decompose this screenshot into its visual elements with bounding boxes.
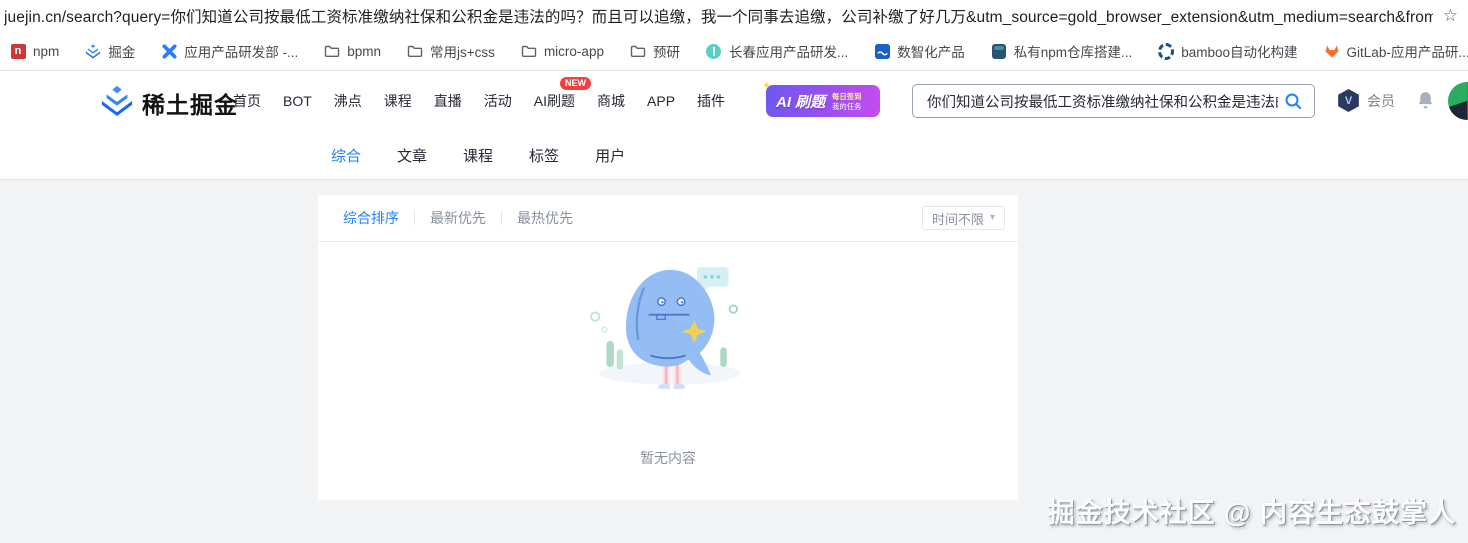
folder-icon (324, 43, 340, 59)
bookmark-micro-app[interactable]: micro-app (521, 43, 604, 59)
bookmark-yuyan[interactable]: 预研 (630, 41, 680, 61)
sort-hottest[interactable]: 最热优先 (517, 208, 573, 228)
bookmark-gitlab[interactable]: GitLab-应用产品研... (1324, 41, 1468, 61)
chevron-down-icon: ▾ (989, 212, 995, 223)
bookmark-bamboo[interactable]: bamboo自动化构建 (1158, 41, 1298, 61)
search-input[interactable] (925, 92, 1280, 110)
nav-plugin[interactable]: 插件 (697, 91, 725, 111)
tab-articles[interactable]: 文章 (397, 145, 427, 166)
new-badge: NEW (560, 77, 592, 90)
tab-tags[interactable]: 标签 (529, 145, 559, 166)
member-vip-icon: V (1338, 89, 1359, 112)
bamboo-icon (1158, 42, 1175, 60)
bookmark-private-npm[interactable]: 私有npm仓库搭建... (991, 41, 1132, 61)
juejin-icon (85, 43, 101, 59)
notification-bell-icon[interactable] (1415, 90, 1436, 116)
site-title: 稀土掘金 (142, 91, 238, 118)
empty-text: 暂无内容 (640, 450, 696, 466)
time-filter-dropdown[interactable]: 时间不限 ▾ (921, 206, 1005, 230)
bookmark-shuzhihua[interactable]: 数智化产品 (874, 41, 965, 61)
bookmark-juejin[interactable]: 掘金 (85, 41, 135, 61)
ai-practice-banner[interactable]: ✦ AI 刷题 每日签到 我的任务 (762, 80, 880, 117)
folder-icon (521, 43, 537, 59)
nav-ai-practice[interactable]: AI刷题 NEW (534, 77, 592, 111)
folder-icon (407, 43, 423, 59)
juejin-logo-icon (100, 83, 134, 122)
tab-courses[interactable]: 课程 (463, 145, 493, 166)
member-entry[interactable]: V 会员 (1337, 89, 1395, 112)
sort-row: 综合排序 最新优先 最热优先 (343, 195, 573, 241)
verdaccio-icon (991, 43, 1007, 59)
nav-pins[interactable]: 沸点 (334, 91, 362, 111)
main-nav: 首页 BOT 沸点 课程 直播 活动 AI刷题 NEW 商城 APP 插件 (233, 77, 725, 111)
search-icon[interactable] (1280, 88, 1306, 114)
bookmark-bpmn[interactable]: bpmn (324, 43, 381, 59)
nav-course[interactable]: 课程 (384, 91, 412, 111)
nav-shop[interactable]: 商城 (597, 91, 625, 111)
juejin-logo[interactable]: 稀土掘金 (100, 83, 238, 122)
nav-app[interactable]: APP (647, 91, 675, 111)
bookmark-changchun[interactable]: 长春应用产品研发... (706, 41, 848, 61)
banner-title: AI 刷题 (776, 93, 826, 111)
empty-state-illustration (584, 255, 752, 400)
nav-events[interactable]: 活动 (484, 91, 512, 111)
sort-newest[interactable]: 最新优先 (430, 208, 486, 228)
search-box[interactable] (912, 84, 1315, 118)
teal-app-icon (706, 43, 722, 59)
npm-icon: n (10, 43, 26, 59)
sparkle-icon: ✦ (762, 80, 772, 92)
bookmark-product-dept[interactable]: 应用产品研发部 -... (161, 41, 298, 61)
screen: juejin.cn/search?query=你们知道公司按最低工资标准缴纳社保… (0, 0, 1468, 543)
bookmark-js-css[interactable]: 常用js+css (407, 41, 495, 61)
avatar[interactable] (1448, 82, 1468, 120)
tab-comprehensive[interactable]: 综合 (331, 145, 361, 166)
folder-icon (630, 43, 646, 59)
nav-home[interactable]: 首页 (233, 91, 261, 111)
divider (501, 211, 502, 225)
blue-wave-icon (874, 43, 890, 59)
gitlab-icon (1324, 43, 1340, 59)
search-result-card: 综合排序 最新优先 最热优先 时间不限 ▾ 暂无内容 (318, 195, 1018, 500)
url-text[interactable]: juejin.cn/search?query=你们知道公司按最低工资标准缴纳社保… (4, 5, 1433, 27)
nav-live[interactable]: 直播 (434, 91, 462, 111)
divider (318, 241, 1018, 242)
bookmark-star-icon[interactable]: ☆ (1443, 6, 1458, 26)
sort-comprehensive[interactable]: 综合排序 (343, 208, 399, 228)
divider (414, 211, 415, 225)
empty-state: 暂无内容 (318, 255, 1018, 468)
bookmarks-bar: n npm 掘金 应用产品研发部 -... bpmn 常用js+css micr… (0, 32, 1468, 71)
search-tabs-bar: 综合 文章 课程 标签 用户 (0, 131, 1468, 180)
site-header: 稀土掘金 首页 BOT 沸点 课程 直播 活动 AI刷题 NEW 商城 APP … (0, 71, 1468, 131)
bookmark-npm[interactable]: n npm (10, 43, 59, 59)
teambition-icon (161, 43, 177, 59)
tab-users[interactable]: 用户 (595, 145, 625, 166)
watermark: 掘金技术社区 @ 内容生态鼓掌人 (1047, 498, 1456, 528)
banner-subtext: 每日签到 我的任务 (832, 91, 862, 111)
browser-url-bar[interactable]: juejin.cn/search?query=你们知道公司按最低工资标准缴纳社保… (0, 0, 1468, 32)
nav-bot[interactable]: BOT (283, 91, 312, 111)
